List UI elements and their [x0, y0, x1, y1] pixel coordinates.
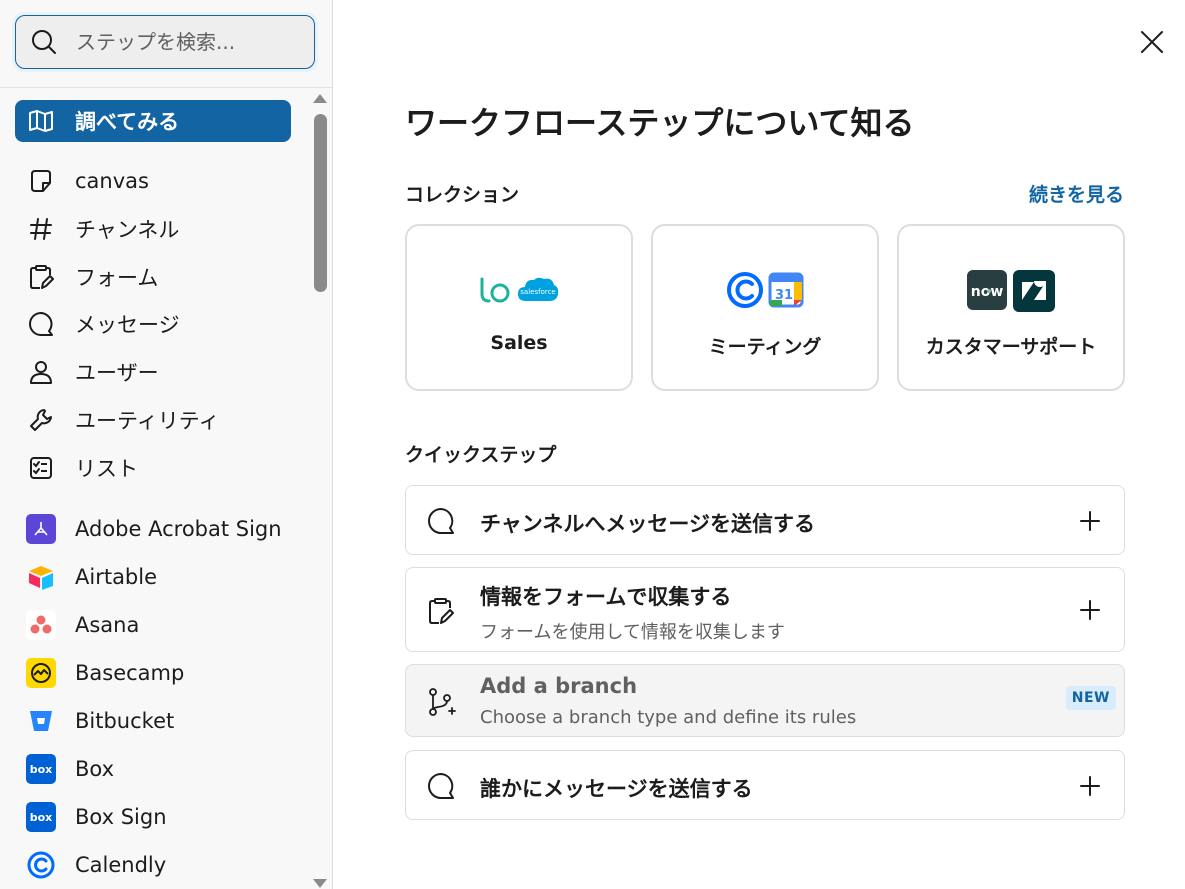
plus-icon[interactable] — [1078, 598, 1102, 622]
quick-step-send-channel-message[interactable]: チャンネルへメッセージを送信する — [405, 485, 1125, 555]
scroll-up-arrow[interactable] — [313, 94, 327, 103]
search-input[interactable] — [76, 30, 296, 54]
user-icon — [26, 357, 56, 387]
scroll-down-arrow[interactable] — [313, 879, 327, 888]
message-icon — [26, 309, 56, 339]
sidebar-item-calendly[interactable]: Calendly — [15, 844, 291, 886]
svg-text:now: now — [971, 284, 1004, 300]
collections-heading: コレクション — [405, 184, 520, 206]
collection-card-meeting[interactable]: 31 ミーティング — [651, 224, 879, 391]
basecamp-icon — [26, 658, 56, 688]
sidebar-item-utility[interactable]: ユーティリティ — [15, 399, 291, 441]
sidebar-item-label: Airtable — [75, 565, 158, 589]
quick-step-collect-form[interactable]: 情報をフォームで収集する フォームを使用して情報を収集します — [405, 567, 1125, 652]
sidebar-item-label: チャンネル — [75, 218, 180, 242]
salesforce-logo-icon: salesforce — [518, 277, 559, 301]
sidebar-item-label: Adobe Acrobat Sign — [75, 517, 282, 541]
quick-step-add-branch[interactable]: Add a branch Choose a branch type and de… — [405, 664, 1125, 737]
search-icon — [32, 30, 56, 54]
page-title: ワークフローステップについて知る — [405, 104, 915, 142]
asana-icon — [26, 610, 56, 640]
sidebar-item-explore[interactable]: 調べてみる — [15, 100, 291, 142]
book-open-icon — [26, 106, 56, 136]
sidebar-item-box-sign[interactable]: box Box Sign — [15, 796, 291, 838]
list-icon — [26, 453, 56, 483]
sidebar-item-label: 調べてみる — [75, 110, 180, 134]
zendesk-logo-icon — [1013, 270, 1055, 312]
close-icon[interactable] — [1138, 28, 1166, 56]
collection-name: カスタマーサポート — [925, 336, 1097, 358]
plus-icon[interactable] — [1078, 509, 1102, 533]
bitbucket-icon — [26, 706, 56, 736]
step-title: 情報をフォームで収集する — [480, 585, 732, 609]
sidebar-item-basecamp[interactable]: Basecamp — [15, 652, 291, 694]
form-icon — [26, 262, 56, 292]
box-icon: box — [26, 754, 56, 784]
message-icon — [428, 508, 454, 534]
step-title: チャンネルへメッセージを送信する — [480, 512, 815, 536]
plus-icon[interactable] — [1078, 774, 1102, 798]
canvas-icon — [26, 166, 56, 196]
calendly-logo-icon — [727, 272, 763, 308]
sidebar-item-message[interactable]: メッセージ — [15, 303, 291, 345]
hash-icon — [26, 214, 56, 244]
servicenow-logo-icon: now — [967, 270, 1007, 310]
sidebar-item-airtable[interactable]: Airtable — [15, 556, 291, 598]
sidebar-item-label: Bitbucket — [75, 709, 175, 733]
sidebar-item-label: Basecamp — [75, 661, 185, 685]
search-box[interactable] — [15, 15, 315, 69]
search-focus-ring — [12, 12, 318, 72]
sidebar-item-asana[interactable]: Asana — [15, 604, 291, 646]
sidebar-item-bitbucket[interactable]: Bitbucket — [15, 700, 291, 742]
sidebar-item-label: Asana — [75, 613, 140, 637]
airtable-icon — [26, 562, 56, 592]
sidebar-item-label: ユーザー — [75, 361, 159, 385]
google-calendar-icon: 31 — [768, 272, 804, 308]
sidebar-item-label: フォーム — [75, 266, 159, 290]
wrench-icon — [26, 405, 56, 435]
sidebar-item-label: canvas — [75, 169, 149, 193]
sidebar-item-label: リスト — [75, 457, 138, 481]
sidebar-item-user[interactable]: ユーザー — [15, 351, 291, 393]
step-title: Add a branch — [480, 674, 638, 698]
sidebar-item-label: Box — [75, 757, 115, 781]
sales-logos: salesforce — [407, 266, 631, 314]
branch-icon — [429, 688, 456, 716]
lo-logo-icon — [480, 277, 510, 303]
form-icon — [429, 598, 454, 624]
step-description: Choose a branch type and define its rule… — [480, 707, 857, 728]
quick-step-send-someone-message[interactable]: 誰かにメッセージを送信する — [405, 750, 1125, 820]
sidebar-item-canvas[interactable]: canvas — [15, 160, 291, 202]
scrollbar-thumb[interactable] — [314, 114, 327, 292]
message-icon — [428, 773, 454, 799]
sidebar-item-box[interactable]: box Box — [15, 748, 291, 790]
calendly-icon — [26, 850, 56, 880]
step-description: フォームを使用して情報を収集します — [480, 622, 785, 643]
sidebar-item-label: Box Sign — [75, 805, 167, 829]
step-title: 誰かにメッセージを送信する — [480, 777, 753, 801]
svg-text:31: 31 — [775, 288, 793, 303]
step-category-list: 調べてみる canvas チャンネル フォーム メッセージ ユーザー ユーティリ… — [0, 88, 308, 889]
svg-text:salesforce: salesforce — [520, 288, 555, 296]
adobe-acrobat-sign-icon — [26, 514, 56, 544]
support-logos: now — [899, 266, 1123, 314]
sidebar: 調べてみる canvas チャンネル フォーム — [0, 0, 333, 889]
see-more-link[interactable]: 続きを見る — [1029, 180, 1124, 207]
meeting-logos: 31 — [653, 266, 877, 314]
sidebar-item-label: ユーティリティ — [75, 409, 220, 433]
sidebar-item-label: Calendly — [75, 853, 167, 877]
quick-steps-heading: クイックステップ — [405, 444, 557, 466]
collection-card-customer-support[interactable]: now カスタマーサポート — [897, 224, 1125, 391]
collection-card-sales[interactable]: salesforce Sales — [405, 224, 633, 391]
sidebar-item-adobe-acrobat-sign[interactable]: Adobe Acrobat Sign — [15, 508, 291, 550]
box-sign-icon: box — [26, 802, 56, 832]
sidebar-item-form[interactable]: フォーム — [15, 256, 291, 298]
sidebar-item-channel[interactable]: チャンネル — [15, 208, 291, 250]
collection-name: Sales — [490, 332, 548, 354]
sidebar-item-label: メッセージ — [75, 313, 180, 337]
sidebar-item-list[interactable]: リスト — [15, 447, 291, 489]
new-badge: NEW — [1065, 686, 1116, 710]
collection-name: ミーティング — [708, 336, 822, 358]
